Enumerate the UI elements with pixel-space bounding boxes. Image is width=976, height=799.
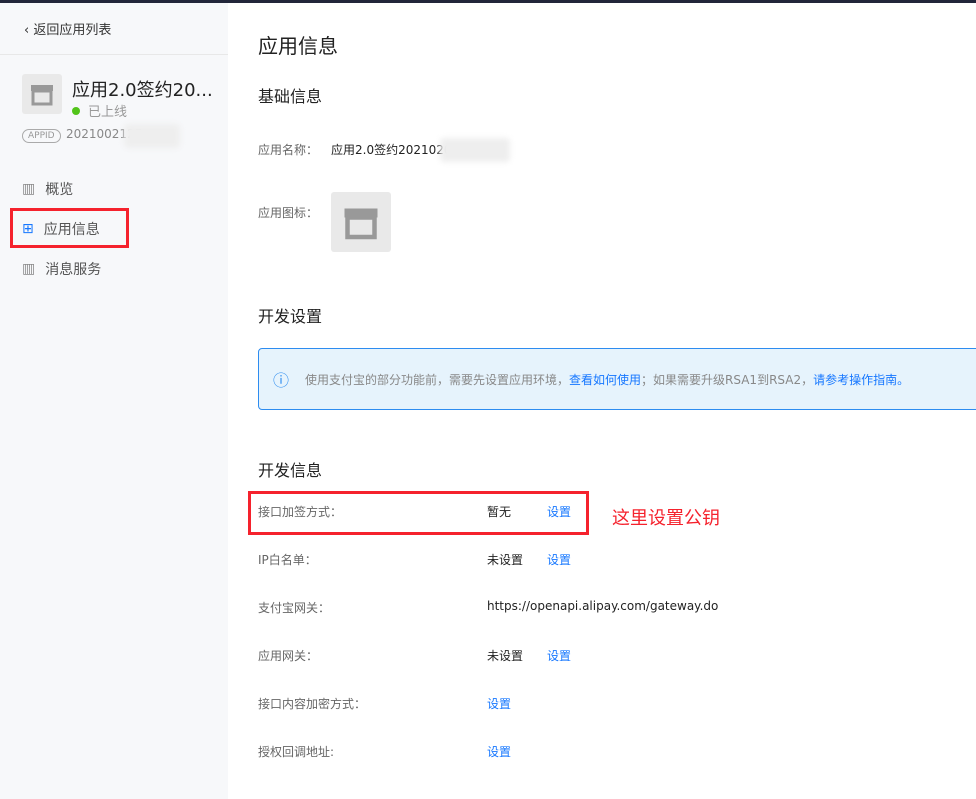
set-link[interactable]: 设置 [547, 551, 571, 568]
appid-tag: APPID [22, 129, 61, 143]
chart-icon: ▥ [22, 261, 36, 277]
info-notice: ⓘ 使用支付宝的部分功能前，需要先设置应用环境， 查看如何使用 ；如果需要升级RSA… [258, 348, 976, 410]
store-icon [22, 74, 62, 114]
back-to-app-list-link[interactable]: ‹ 返回应用列表 [24, 19, 111, 38]
highlight-box [248, 491, 589, 535]
guide-link[interactable]: 请参考操作指南。 [813, 371, 909, 388]
app-name: 应用2.0签约20... [72, 80, 213, 101]
sidebar [0, 3, 228, 799]
set-link[interactable]: 设置 [487, 743, 511, 760]
how-to-use-link[interactable]: 查看如何使用 [569, 371, 641, 388]
field-value: 未设置 [487, 553, 524, 567]
section-basic-info: 基础信息 [258, 87, 323, 106]
field-label: 应用网关： [258, 649, 319, 663]
sidebar-item-overview[interactable]: ▥ 概览 [22, 179, 73, 199]
section-dev-settings: 开发设置 [258, 307, 323, 326]
redacted-blur [440, 138, 510, 162]
field-label: 接口内容加密方式： [258, 697, 367, 711]
status-badge: 已上线 [72, 101, 127, 120]
field-label: IP白名单： [258, 553, 317, 567]
set-link[interactable]: 设置 [487, 695, 511, 712]
redacted-blur [124, 124, 180, 148]
info-icon: ⓘ [273, 371, 290, 390]
app-icon-label: 应用图标： [258, 206, 319, 220]
set-link[interactable]: 设置 [547, 647, 571, 664]
field-label: 支付宝网关： [258, 601, 331, 615]
field-label: 授权回调地址: [258, 745, 335, 759]
field-value: https://openapi.alipay.com/gateway.do [487, 599, 719, 613]
chart-icon: ▥ [22, 181, 36, 197]
app-name-value: 应用2.0签约2021020 [331, 143, 452, 157]
divider [0, 54, 228, 55]
highlight-box [10, 208, 129, 248]
store-icon [331, 192, 391, 252]
chevron-left-icon: ‹ [24, 23, 34, 38]
app-name-label: 应用名称： [258, 143, 319, 157]
annotation-text: 这里设置公钥 [612, 508, 720, 529]
page-title: 应用信息 [258, 34, 338, 58]
field-value: 未设置 [487, 649, 524, 663]
section-dev-info: 开发信息 [258, 461, 323, 480]
sidebar-item-message-service[interactable]: ▥ 消息服务 [22, 259, 101, 279]
